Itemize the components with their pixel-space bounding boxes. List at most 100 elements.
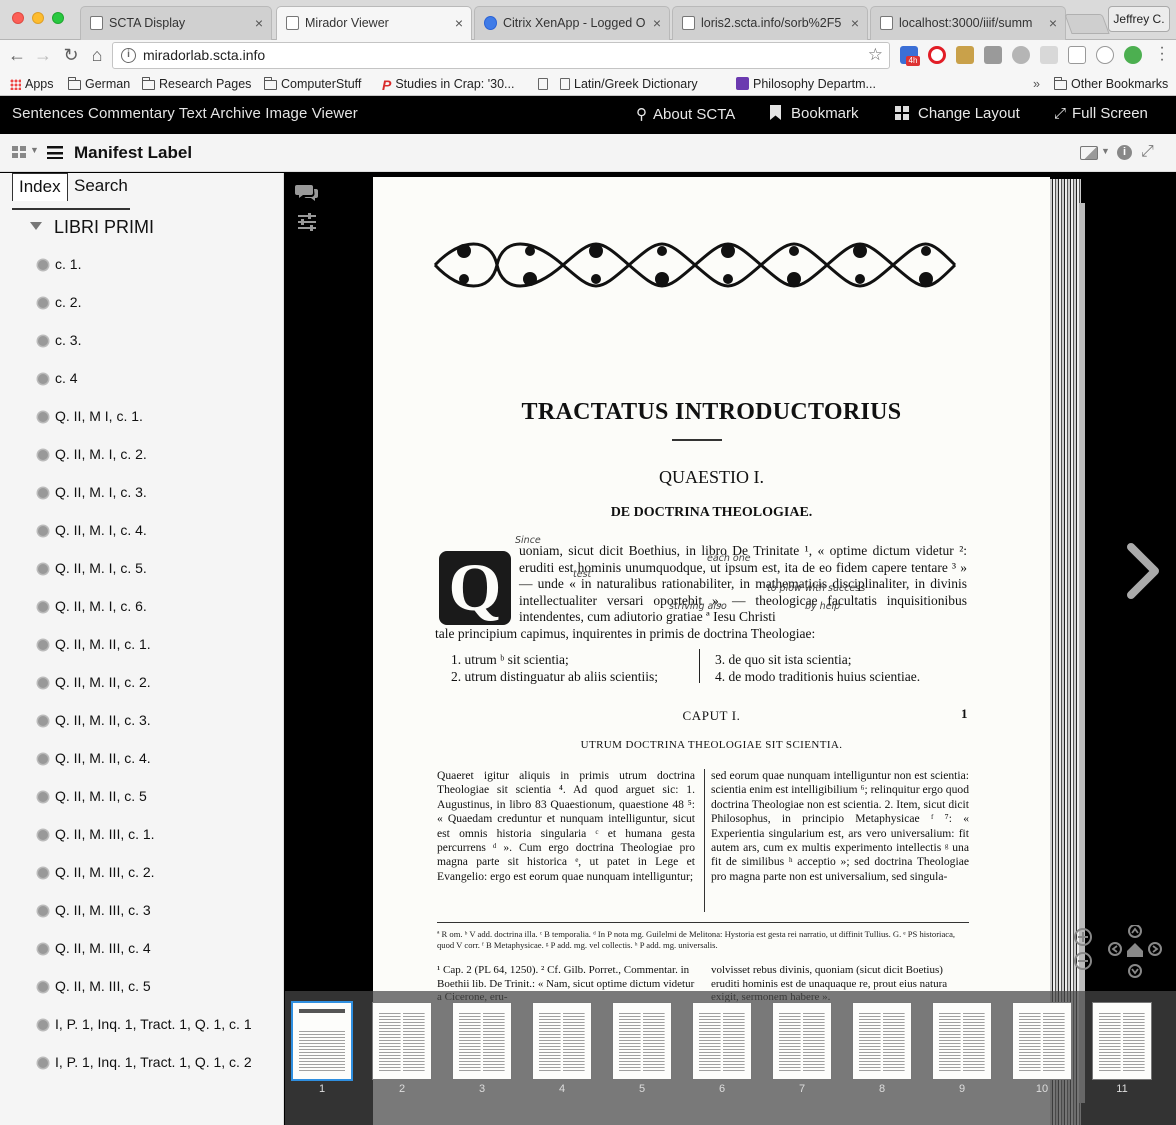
page-thumbnail[interactable] — [373, 1003, 431, 1079]
tab-close-icon[interactable]: × — [851, 7, 859, 39]
image-adjust-icon[interactable] — [297, 213, 317, 231]
maximize-window-button[interactable] — [52, 12, 64, 24]
cloud-extension-icon[interactable] — [1012, 46, 1030, 64]
bookmark-star-icon[interactable]: ☆ — [868, 45, 883, 65]
toc-item[interactable]: Q. II, M. II, c. 5 — [38, 787, 252, 825]
toc-item[interactable]: c. 4 — [38, 369, 252, 407]
bookmark-label: Studies in Crap: '30... — [395, 77, 515, 91]
page-thumbnail[interactable] — [533, 1003, 591, 1079]
profile-button[interactable]: Jeffrey C. — [1108, 6, 1170, 32]
toc-item[interactable]: Q. II, M. I, c. 4. — [38, 521, 252, 559]
next-page-arrow-icon[interactable] — [1123, 543, 1163, 599]
tab-close-icon[interactable]: × — [1049, 7, 1057, 39]
reload-icon[interactable]: ↻ — [60, 44, 82, 66]
extension-icon[interactable] — [1040, 46, 1058, 64]
forward-arrow-icon[interactable]: → — [32, 44, 54, 66]
tab-search[interactable]: Search — [68, 173, 134, 201]
change-layout-button[interactable]: Change Layout — [895, 105, 1020, 122]
toggle-sidebar-icon[interactable] — [47, 146, 63, 159]
toc-item[interactable]: c. 1. — [38, 255, 252, 293]
evernote-extension-icon[interactable] — [1124, 46, 1142, 64]
toc-item[interactable]: Q. II, M. III, c. 2. — [38, 863, 252, 901]
chevron-down-icon[interactable]: ▼ — [30, 145, 39, 155]
page-thumbnail[interactable] — [1093, 1003, 1151, 1079]
toc-item[interactable]: Q. II, M. II, c. 1. — [38, 635, 252, 673]
bookmark-computerstuff[interactable]: ComputerStuff — [264, 75, 361, 93]
extension-icon[interactable] — [1096, 46, 1114, 64]
tab-close-icon[interactable]: × — [255, 7, 263, 39]
window-layout-icon[interactable] — [12, 146, 27, 159]
toc-item[interactable]: Q. II, M. II, c. 3. — [38, 711, 252, 749]
browser-menu-icon[interactable]: · · · — [1158, 40, 1166, 68]
toc-item[interactable]: I, P. 1, Inq. 1, Tract. 1, Q. 1, c. 2 — [38, 1053, 252, 1091]
toc-item[interactable]: I, P. 1, Inq. 1, Tract. 1, Q. 1, c. 1 — [38, 1015, 252, 1053]
browser-tab-citrix[interactable]: Citrix XenApp - Logged O × — [474, 6, 670, 40]
page-thumbnail[interactable] — [693, 1003, 751, 1079]
browser-tab-loris[interactable]: loris2.scta.info/sorb%2F5 × — [672, 6, 868, 40]
back-arrow-icon[interactable]: ← — [6, 44, 28, 66]
bookmark-latin-greek-dictionary[interactable]: Latin/Greek Dictionary — [560, 75, 698, 93]
toc-item[interactable]: Q. II, M. III, c. 5 — [38, 977, 252, 1015]
toc-item[interactable]: Q. II, M I, c. 1. — [38, 407, 252, 445]
minimize-window-button[interactable] — [32, 12, 44, 24]
bookmark-button[interactable]: Bookmark — [770, 105, 859, 122]
image-view-icon[interactable] — [1080, 146, 1098, 160]
page-thumbnail[interactable] — [1013, 1003, 1071, 1079]
tab-index[interactable]: Index — [12, 173, 68, 201]
browser-tab-mirador-viewer[interactable]: Mirador Viewer × — [276, 6, 472, 40]
tab-close-icon[interactable]: × — [653, 7, 661, 39]
toc-item[interactable]: Q. II, M. I, c. 2. — [38, 445, 252, 483]
bullet-icon — [38, 336, 48, 346]
toc-item[interactable]: Q. II, M. II, c. 2. — [38, 673, 252, 711]
chevron-down-icon[interactable]: ▼ — [1101, 146, 1110, 156]
page-thumbnail[interactable] — [773, 1003, 831, 1079]
image-viewer[interactable]: TRACTATUS INTRODUCTORIUS QUAESTIO I. DE … — [285, 173, 1176, 1125]
bookmark-studies-in-crap[interactable]: P Studies in Crap: '30... — [382, 75, 514, 94]
page-thumbnail[interactable] — [853, 1003, 911, 1079]
address-bar[interactable]: i miradorlab.scta.info ☆ — [112, 42, 890, 69]
annotations-icon[interactable] — [295, 183, 319, 201]
opera-extension-icon[interactable] — [928, 46, 946, 64]
bookmark-philosophy-department[interactable]: Philosophy Departm... — [736, 75, 876, 93]
toc-item[interactable]: Q. II, M. I, c. 3. — [38, 483, 252, 521]
bookmark-apps[interactable]: Apps — [10, 75, 54, 93]
toc-root[interactable]: LIBRI PRIMI — [30, 217, 154, 238]
extension-icon[interactable] — [1068, 46, 1086, 64]
bookmarks-overflow-icon[interactable]: » — [1033, 75, 1040, 93]
close-window-button[interactable] — [12, 12, 24, 24]
toc-item[interactable]: c. 2. — [38, 293, 252, 331]
expand-icon[interactable]: ⤢ — [1141, 143, 1154, 161]
page-thumbnail[interactable] — [613, 1003, 671, 1079]
browser-tab-scta-display[interactable]: SCTA Display × — [80, 6, 272, 40]
zoom-pan-controls[interactable] — [1073, 925, 1163, 985]
toc-item[interactable]: Q. II, M. III, c. 3 — [38, 901, 252, 939]
toc-item[interactable]: Q. II, M. II, c. 4. — [38, 749, 252, 787]
toc-item[interactable]: c. 3. — [38, 331, 252, 369]
site-info-icon[interactable]: i — [121, 48, 136, 63]
home-icon[interactable]: ⌂ — [86, 44, 108, 66]
new-tab-button[interactable] — [1064, 14, 1110, 34]
toc-item[interactable]: Q. II, M. III, c. 1. — [38, 825, 252, 863]
page-thumbnail[interactable] — [933, 1003, 991, 1079]
thumbnail-strip[interactable]: 1 2 3 4 5 6 7 8 9 10 11 — [285, 991, 1176, 1125]
tab-close-icon[interactable]: × — [455, 7, 463, 39]
page-thumbnail[interactable] — [293, 1003, 351, 1079]
about-scta-link[interactable]: ⚲ About SCTA — [636, 105, 735, 123]
extension-icon[interactable] — [956, 46, 974, 64]
handwritten-annotation: by help — [805, 601, 841, 612]
info-icon[interactable]: i — [1117, 145, 1132, 160]
page-thumbnail[interactable] — [453, 1003, 511, 1079]
bookmark-research-pages[interactable]: Research Pages — [142, 75, 251, 93]
toc-item[interactable]: Q. II, M. I, c. 5. — [38, 559, 252, 597]
browser-tab-localhost[interactable]: localhost:3000/iiif/summ × — [870, 6, 1066, 40]
toc-item[interactable]: Q. II, M. III, c. 4 — [38, 939, 252, 977]
toc-item[interactable]: Q. II, M. I, c. 6. — [38, 597, 252, 635]
other-bookmarks[interactable]: Other Bookmarks — [1054, 75, 1168, 93]
extension-icon[interactable] — [984, 46, 1002, 64]
bookmark-untitled[interactable] — [538, 75, 552, 93]
tab-underline — [12, 208, 130, 210]
bookmark-label: Latin/Greek Dictionary — [574, 77, 698, 91]
full-screen-button[interactable]: ⤢ Full Screen — [1054, 105, 1148, 122]
app-header: Sentences Commentary Text Archive Image … — [0, 97, 1176, 131]
bookmark-german[interactable]: German — [68, 75, 130, 93]
